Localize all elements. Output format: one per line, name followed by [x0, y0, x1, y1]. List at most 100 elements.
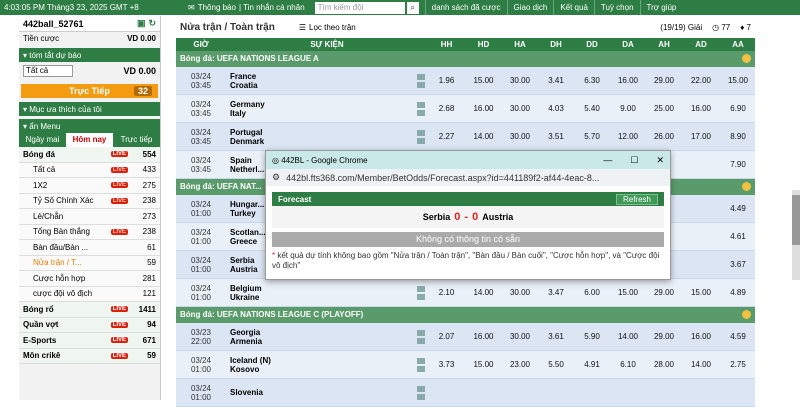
refresh-button[interactable]: Refresh — [615, 193, 658, 205]
odds-cell[interactable]: 4.59 — [720, 332, 756, 341]
odds-cell[interactable]: 3.67 — [720, 260, 756, 269]
odds-cell[interactable]: 6.30 — [574, 76, 610, 85]
minimize-icon[interactable]: — — [603, 155, 612, 166]
site-info-icon[interactable]: ⚙ — [272, 172, 280, 183]
sidebar-item[interactable]: Tất cả LIVE 433 — [19, 162, 160, 178]
tv-icon[interactable] — [417, 293, 425, 300]
refresh-icon[interactable]: ↻ — [148, 18, 156, 29]
odds-cell[interactable]: 15.00 — [465, 76, 502, 85]
sidebar-item[interactable]: Môn crikê LIVE 59 — [19, 348, 160, 364]
odds-cell[interactable]: 5.90 — [574, 332, 610, 341]
page-scrollbar[interactable] — [792, 190, 800, 280]
odds-cell[interactable]: 16.00 — [465, 104, 502, 113]
league-header[interactable]: Bóng đá: UEFA NATIONS LEAGUE A — [176, 51, 755, 67]
odds-cell[interactable]: 15.00 — [610, 288, 646, 297]
odds-cell[interactable]: 3.41 — [538, 76, 574, 85]
stats-icon[interactable] — [417, 357, 425, 364]
odds-cell[interactable]: 29.00 — [646, 288, 682, 297]
summary-select[interactable]: Tất cả — [23, 65, 73, 77]
stats-icon[interactable] — [417, 101, 425, 108]
tv-icon[interactable] — [417, 365, 425, 372]
odds-cell[interactable]: 14.00 — [682, 360, 720, 369]
odds-cell[interactable]: 3.51 — [538, 132, 574, 141]
odds-cell[interactable]: 30.00 — [502, 76, 538, 85]
odds-cell[interactable]: 15.00 — [465, 360, 502, 369]
tv-icon[interactable] — [417, 81, 425, 88]
nav-item[interactable]: danh sách đã cược — [424, 0, 507, 15]
search-icon[interactable]: ⌕ — [406, 1, 419, 14]
odds-cell[interactable]: 14.00 — [610, 332, 646, 341]
notifications-link[interactable]: ✉ Thông báo — [188, 3, 236, 12]
favorites-header[interactable]: ▾ Mục ưa thích của tôi — [19, 102, 160, 116]
menu-header[interactable]: ▾ ẩn Menu — [19, 119, 160, 133]
collapse-icon[interactable] — [742, 182, 751, 191]
league-header[interactable]: Bóng đá: UEFA NATIONS LEAGUE C (PLAYOFF) — [176, 307, 755, 323]
odds-cell[interactable]: 14.00 — [465, 288, 502, 297]
odds-cell[interactable]: 2.10 — [428, 288, 465, 297]
tv-icon[interactable] — [417, 337, 425, 344]
odds-cell[interactable]: 2.75 — [720, 360, 756, 369]
stats-icon[interactable] — [417, 129, 425, 136]
odds-cell[interactable]: 4.91 — [574, 360, 610, 369]
messages-link[interactable]: | Tin nhắn cá nhân — [239, 3, 305, 12]
odds-cell[interactable]: 23.00 — [502, 360, 538, 369]
odds-cell[interactable]: 3.47 — [538, 288, 574, 297]
odds-cell[interactable]: 4.03 — [538, 104, 574, 113]
collapse-icon[interactable] — [742, 54, 751, 63]
odds-cell[interactable]: 30.00 — [502, 104, 538, 113]
sidebar-item[interactable]: Nửa trận / T... 59 — [19, 255, 160, 271]
tv-icon[interactable] — [417, 109, 425, 116]
odds-cell[interactable]: 1.96 — [428, 76, 465, 85]
odds-cell[interactable]: 2.27 — [428, 132, 465, 141]
scrollbar-thumb[interactable] — [792, 195, 800, 245]
stats-icon[interactable] — [417, 285, 425, 292]
wallet-icon[interactable]: ▣ — [137, 18, 146, 29]
odds-cell[interactable]: 9.00 — [610, 104, 646, 113]
odds-cell[interactable]: 16.00 — [465, 332, 502, 341]
sidebar-item[interactable]: Quần vợt LIVE 94 — [19, 317, 160, 333]
search-input[interactable]: Tìm kiếm đội — [314, 1, 405, 14]
odds-cell[interactable]: 7.90 — [720, 160, 756, 169]
odds-cell[interactable]: 5.40 — [574, 104, 610, 113]
close-icon[interactable]: ✕ — [656, 155, 664, 166]
odds-cell[interactable]: 16.00 — [682, 332, 720, 341]
sidebar-item[interactable]: cược đội vô địch 121 — [19, 286, 160, 302]
odds-cell[interactable]: 4.89 — [720, 288, 756, 297]
odds-cell[interactable]: 22.00 — [682, 76, 720, 85]
odds-cell[interactable]: 3.61 — [538, 332, 574, 341]
sidebar-item[interactable]: E-Sports LIVE 671 — [19, 333, 160, 349]
odds-cell[interactable]: 29.00 — [646, 76, 682, 85]
filter-button[interactable]: ☰ Lọc theo trận — [299, 23, 356, 32]
maximize-icon[interactable]: ☐ — [630, 155, 638, 166]
odds-cell[interactable]: 4.61 — [720, 232, 756, 241]
odds-cell[interactable]: 4.49 — [720, 204, 756, 213]
odds-cell[interactable]: 2.68 — [428, 104, 465, 113]
odds-cell[interactable]: 16.00 — [682, 104, 720, 113]
odds-cell[interactable]: 29.00 — [646, 332, 682, 341]
tv-icon[interactable] — [417, 137, 425, 144]
popup-url-bar[interactable]: ⚙ 442bl.fts368.com/Member/BetOdds/Forecas… — [266, 169, 670, 186]
odds-cell[interactable]: 30.00 — [502, 132, 538, 141]
odds-cell[interactable]: 28.00 — [646, 360, 682, 369]
league-count[interactable]: (19/19) Giải — [660, 23, 702, 32]
live-button[interactable]: Trực Tiếp 32 — [21, 84, 158, 98]
tv-icon[interactable] — [417, 393, 425, 400]
sidebar-item[interactable]: 1X2 LIVE 275 — [19, 178, 160, 194]
odds-cell[interactable]: 15.00 — [720, 76, 756, 85]
stats-icon[interactable] — [417, 329, 425, 336]
odds-cell[interactable]: 5.50 — [538, 360, 574, 369]
collapse-icon[interactable] — [742, 310, 751, 319]
odds-cell[interactable]: 6.90 — [720, 104, 756, 113]
odds-cell[interactable]: 6.00 — [574, 288, 610, 297]
sidebar-item[interactable]: Cược hỗn hợp 281 — [19, 271, 160, 287]
tab-today[interactable]: Hôm nay — [66, 133, 113, 147]
nav-item[interactable]: Kết quả — [553, 0, 594, 15]
odds-cell[interactable]: 5.70 — [574, 132, 610, 141]
odds-cell[interactable]: 12.00 — [610, 132, 646, 141]
sidebar-item[interactable]: Tổng Bàn thắng LIVE 238 — [19, 224, 160, 240]
odds-cell[interactable]: 17.00 — [682, 132, 720, 141]
odds-cell[interactable]: 16.00 — [610, 76, 646, 85]
odds-cell[interactable]: 15.00 — [682, 288, 720, 297]
nav-item[interactable]: Giao dịch — [506, 0, 554, 15]
sidebar-item[interactable]: Bàn đầu/Bàn ... 61 — [19, 240, 160, 256]
